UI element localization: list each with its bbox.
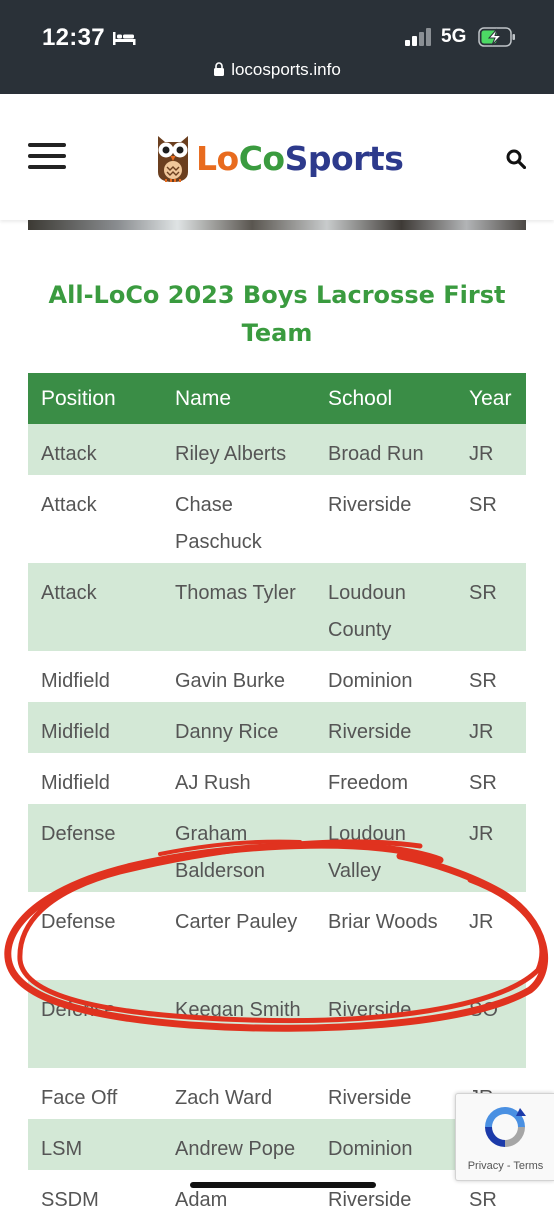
cell-school: Riverside (315, 980, 456, 1068)
table-row: Midfield Gavin Burke Dominion SR (28, 651, 526, 702)
table-row: LSM Andrew Pope Dominion (28, 1119, 526, 1170)
cell-school: Riverside (315, 1170, 456, 1221)
cell-name: Chase Paschuck (162, 475, 315, 563)
cell-year: SR (456, 753, 526, 804)
article-title: All-LoCo 2023 Boys Lacrosse First Team (48, 281, 506, 347)
signal-icon (405, 28, 431, 46)
cell-name: Zach Ward (162, 1068, 315, 1119)
recaptcha-badge[interactable]: Privacy - Terms (455, 1093, 554, 1181)
table-row: Midfield Danny Rice Riverside JR (28, 702, 526, 753)
cell-name: Carter Pauley (162, 892, 315, 980)
status-time: 12:37 (42, 24, 105, 51)
cell-school: Briar Woods (315, 892, 456, 980)
table-row: Midfield AJ Rush Freedom SR (28, 753, 526, 804)
network-label: 5G (441, 26, 467, 47)
cell-name: Adam (162, 1170, 315, 1221)
recaptcha-links[interactable]: Privacy - Terms (456, 1160, 554, 1172)
search-icon[interactable] (506, 149, 526, 169)
cell-position: Face Off (28, 1068, 162, 1119)
bed-icon (113, 32, 136, 45)
roster-table: Position Name School Year Attack Riley A… (28, 373, 526, 1221)
cell-year: JR (456, 702, 526, 753)
cell-school: Riverside (315, 475, 456, 563)
column-header-position: Position (28, 373, 162, 424)
table-row-highlighted: Defense Carter Pauley Briar Woods JR (28, 892, 526, 980)
recaptcha-icon (485, 1107, 526, 1147)
cell-name: Danny Rice (162, 702, 315, 753)
status-bar: 12:37 5G locosports.info (0, 0, 554, 94)
home-indicator[interactable] (190, 1182, 376, 1188)
cell-year: SR (456, 475, 526, 563)
logo-text-sports: Sports (284, 138, 404, 178)
cell-year: SO (456, 980, 526, 1068)
url-bar[interactable]: locosports.info (0, 60, 554, 86)
cell-position: Midfield (28, 651, 162, 702)
cell-position: SSDM (28, 1170, 162, 1221)
cell-school: Riverside (315, 1068, 456, 1119)
table-row: Defense Graham Balderson Loudoun Valley … (28, 804, 526, 892)
cell-position: Defense (28, 892, 162, 980)
cell-position: Attack (28, 424, 162, 475)
cell-school: Dominion (315, 651, 456, 702)
table-row: Attack Riley Alberts Broad Run JR (28, 424, 526, 475)
cell-position: Attack (28, 563, 162, 651)
cell-year: JR (456, 892, 526, 980)
table-row: Attack Chase Paschuck Riverside SR (28, 475, 526, 563)
cell-name: Graham Balderson (162, 804, 315, 892)
cell-name: Riley Alberts (162, 424, 315, 475)
lock-icon (214, 62, 225, 76)
cell-name: Andrew Pope (162, 1119, 315, 1170)
cell-position: LSM (28, 1119, 162, 1170)
column-header-year: Year (456, 373, 526, 424)
hero-image (28, 220, 526, 230)
cell-position: Defense (28, 980, 162, 1068)
cell-school: Loudoun County (315, 563, 456, 651)
cell-year: SR (456, 651, 526, 702)
table-row: SSDM Adam Riverside SR (28, 1170, 526, 1221)
logo-text: LoCoSports (196, 138, 404, 178)
cell-year: JR (456, 804, 526, 892)
column-header-school: School (315, 373, 456, 424)
table-row: Attack Thomas Tyler Loudoun County SR (28, 563, 526, 651)
cell-year: JR (456, 424, 526, 475)
logo-text-lo: Lo (196, 138, 239, 178)
hamburger-menu-icon[interactable] (28, 143, 66, 171)
url-text: locosports.info (231, 60, 341, 79)
table-header-row: Position Name School Year (28, 373, 526, 424)
cell-position: Attack (28, 475, 162, 563)
cell-name: Keegan Smith (162, 980, 315, 1068)
cell-school: Loudoun Valley (315, 804, 456, 892)
owl-logo-icon (158, 136, 188, 182)
table-row: Face Off Zach Ward Riverside JR (28, 1068, 526, 1119)
cell-position: Midfield (28, 753, 162, 804)
cell-school: Dominion (315, 1119, 456, 1170)
cell-school: Freedom (315, 753, 456, 804)
cell-position: Midfield (28, 702, 162, 753)
logo-text-co: Co (238, 138, 285, 178)
column-header-name: Name (162, 373, 315, 424)
cell-position: Defense (28, 804, 162, 892)
cell-name: Thomas Tyler (162, 563, 315, 651)
cell-school: Riverside (315, 702, 456, 753)
battery-charging-icon (478, 27, 515, 47)
cell-name: Gavin Burke (162, 651, 315, 702)
table-row: Defense Keegan Smith Riverside SO (28, 980, 526, 1068)
cell-school: Broad Run (315, 424, 456, 475)
cell-name: AJ Rush (162, 753, 315, 804)
cell-year: SR (456, 563, 526, 651)
site-logo[interactable]: LoCoSports (154, 130, 404, 186)
